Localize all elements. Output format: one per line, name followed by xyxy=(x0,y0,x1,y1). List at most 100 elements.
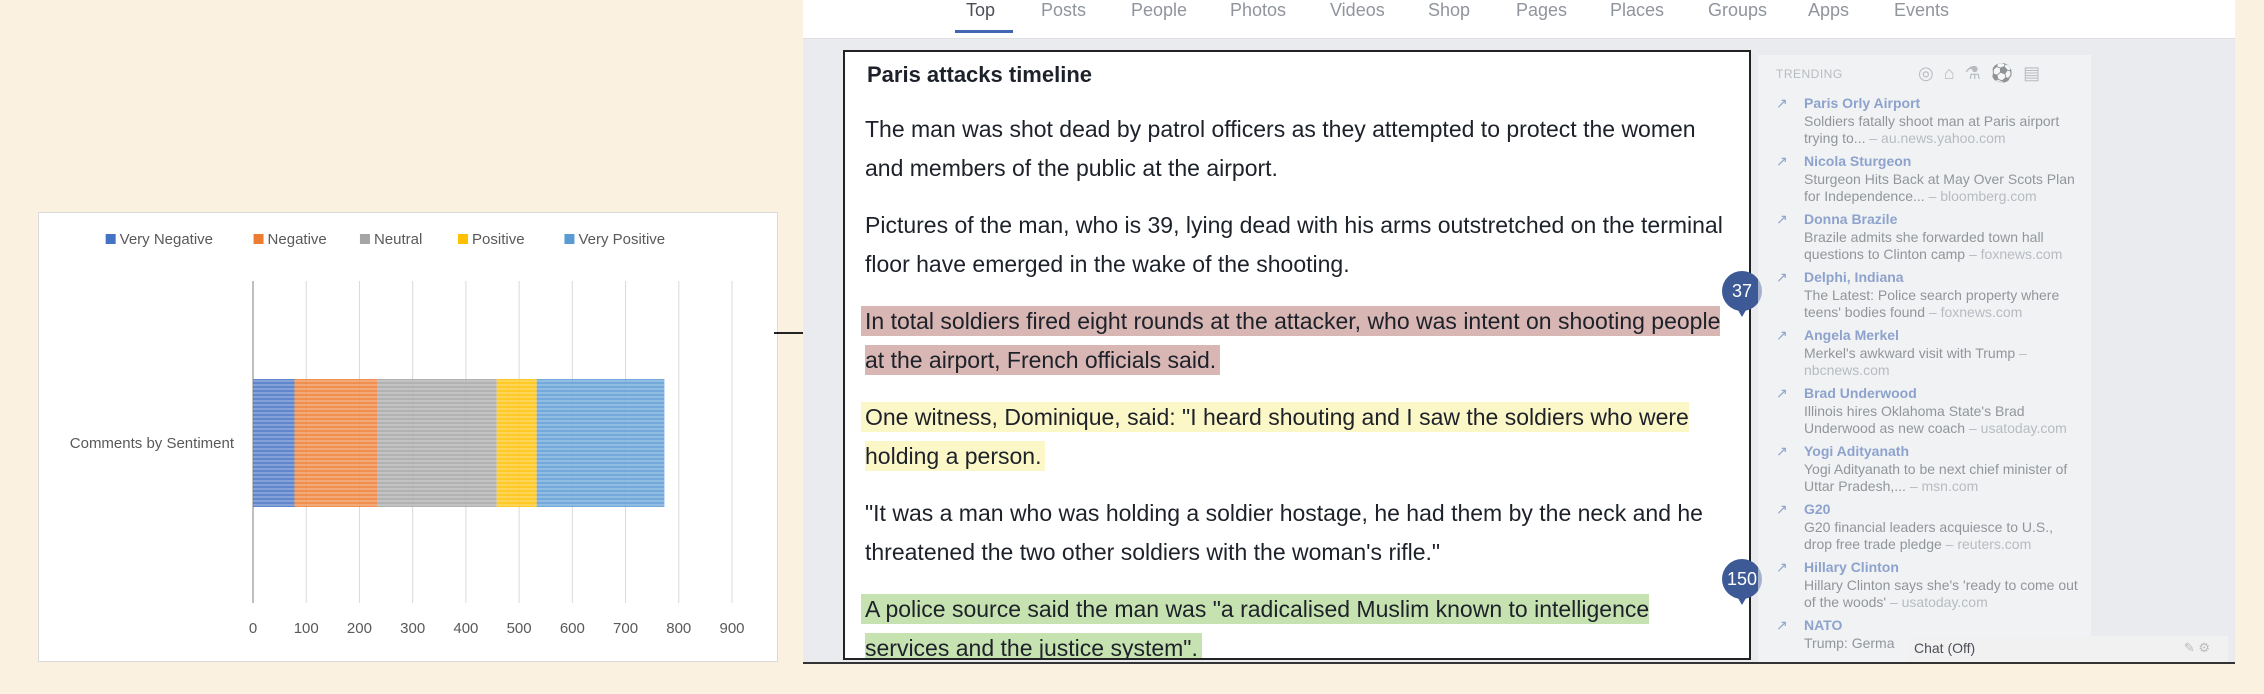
bar-segment xyxy=(496,379,537,507)
paragraph-text: The man was shot dead by patrol officers… xyxy=(865,116,1696,181)
article-title: Paris attacks timeline xyxy=(867,62,1093,87)
tab-videos[interactable]: Videos xyxy=(1330,0,1385,21)
trending-headline: Merkel's awkward visit with Trump xyxy=(1804,345,2020,361)
search-tabs: Top Posts People Photos Videos Shop Page… xyxy=(803,0,2235,39)
x-tick-label: 100 xyxy=(294,620,319,637)
trending-description: Sturgeon Hits Back at May Over Scots Pla… xyxy=(1804,171,2084,205)
trending-description: Brazile admits she forwarded town hall q… xyxy=(1804,229,2084,263)
x-tick-label: 300 xyxy=(400,620,425,637)
bar xyxy=(294,379,378,507)
chat-options-icon[interactable]: ✎ ⚙ xyxy=(2184,640,2210,656)
trend-arrow-icon: ↗ xyxy=(1776,327,1788,343)
legend-label: Very Negative xyxy=(120,231,213,248)
tab-people[interactable]: People xyxy=(1131,0,1187,21)
bar-segment xyxy=(536,379,665,507)
trending-topic[interactable]: Brad Underwood xyxy=(1804,385,1917,402)
tab-top[interactable]: Top xyxy=(966,0,995,21)
chat-label: Chat (Off) xyxy=(1914,640,1976,656)
trending-topic[interactable]: NATO xyxy=(1804,617,1842,634)
trending-source: – au.news.yahoo.com xyxy=(1869,130,2006,146)
x-tick-label: 900 xyxy=(719,620,744,637)
active-tab-indicator xyxy=(955,30,1013,33)
trending-source: – foxnews.com xyxy=(1968,246,2063,262)
trending-source: – usatoday.com xyxy=(1889,594,1988,610)
tab-groups[interactable]: Groups xyxy=(1708,0,1767,21)
trending-source: – bloomberg.com xyxy=(1928,188,2037,204)
trending-source: – msn.com xyxy=(1909,478,1979,494)
comment-count-badge[interactable]: 150 xyxy=(1722,559,1762,605)
trending-icon[interactable]: ◎ xyxy=(1918,63,1934,83)
trending-description: Hillary Clinton says she's 'ready to com… xyxy=(1804,577,2084,611)
x-tick-label: 700 xyxy=(613,620,638,637)
trending-source: – foxnews.com xyxy=(1928,304,2023,320)
tab-places[interactable]: Places xyxy=(1610,0,1664,21)
legend-swatch xyxy=(105,234,116,244)
paragraph-text: One witness, Dominique, said: "I heard s… xyxy=(861,402,1689,471)
tab-photos[interactable]: Photos xyxy=(1230,0,1286,21)
trending-topic[interactable]: G20 xyxy=(1804,501,1830,518)
trending-description: Soldiers fatally shoot man at Paris airp… xyxy=(1804,113,2084,147)
legend-swatch xyxy=(564,234,575,244)
highlight-positive-paragraph[interactable]: A police source said the man was "a radi… xyxy=(861,590,1735,658)
tab-shop[interactable]: Shop xyxy=(1428,0,1470,21)
chat-bar[interactable]: Chat (Off) ✎ ⚙ xyxy=(1908,636,2228,662)
article-paragraph: Pictures of the man, who is 39, lying de… xyxy=(865,206,1735,284)
x-tick-label: 200 xyxy=(347,620,372,637)
paragraph-text: In total soldiers fired eight rounds at … xyxy=(861,306,1721,375)
trending-topic[interactable]: Hillary Clinton xyxy=(1804,559,1899,576)
bar xyxy=(496,379,537,507)
x-tick-label: 600 xyxy=(560,620,585,637)
comment-count-badge[interactable]: 37 xyxy=(1722,271,1762,317)
paragraph-text: Pictures of the man, who is 39, lying de… xyxy=(865,212,1723,277)
legend-label: Negative xyxy=(268,231,327,248)
trending-source: – reuters.com xyxy=(1945,536,2032,552)
legend-label: Very Positive xyxy=(578,231,665,248)
trending-description: The Latest: Police search property where… xyxy=(1804,287,2084,321)
trend-arrow-icon: ↗ xyxy=(1776,153,1788,169)
x-tick-label: 800 xyxy=(666,620,691,637)
trending-topic[interactable]: Delphi, Indiana xyxy=(1804,269,1904,286)
article-card: Paris attacks timeline The man was shot … xyxy=(843,50,1751,660)
category-label: Comments by Sentiment xyxy=(70,435,235,452)
trending-description: G20 financial leaders acquiesce to U.S.,… xyxy=(1804,519,2084,553)
tab-posts[interactable]: Posts xyxy=(1041,0,1086,21)
legend-swatch xyxy=(359,234,370,244)
tab-apps[interactable]: Apps xyxy=(1808,0,1849,21)
trending-topic[interactable]: Yogi Adityanath xyxy=(1804,443,1909,460)
highlight-negative-paragraph[interactable]: In total soldiers fired eight rounds at … xyxy=(861,302,1735,380)
trend-arrow-icon: ↗ xyxy=(1776,385,1788,401)
trending-description: Yogi Adityanath to be next chief ministe… xyxy=(1804,461,2084,495)
sports-icon[interactable]: ⚽ xyxy=(1991,63,2013,83)
tab-pages[interactable]: Pages xyxy=(1516,0,1567,21)
bar-segment xyxy=(294,379,378,507)
chart-canvas: 0 100 200 300 400 500 600 700 800 900 Comments by … xyxy=(70,231,745,637)
trending-sidebar: TRENDING ◎ ⌂ ⚗ ⚽ ▤ ↗ Paris Orly Airport Soldie… xyxy=(1758,55,2091,662)
highlight-neutral-paragraph[interactable]: One witness, Dominique, said: "I heard s… xyxy=(861,398,1735,476)
x-tick-label: 0 xyxy=(249,620,257,637)
legend-label: Positive xyxy=(472,231,525,248)
bar xyxy=(253,379,295,507)
legend-swatch xyxy=(458,234,469,244)
entertainment-icon[interactable]: ▤ xyxy=(2023,63,2040,83)
trend-arrow-icon: ↗ xyxy=(1776,211,1788,227)
trend-arrow-icon: ↗ xyxy=(1776,95,1788,111)
tab-events[interactable]: Events xyxy=(1894,0,1949,21)
bar xyxy=(377,379,497,507)
trending-topic[interactable]: Donna Brazile xyxy=(1804,211,1897,228)
x-tick-label: 400 xyxy=(453,620,478,637)
bar-segment xyxy=(377,379,497,507)
trend-arrow-icon: ↗ xyxy=(1776,443,1788,459)
trending-topic[interactable]: Nicola Sturgeon xyxy=(1804,153,1911,170)
science-icon[interactable]: ⚗ xyxy=(1965,63,1981,83)
bar xyxy=(536,379,665,507)
politics-icon[interactable]: ⌂ xyxy=(1944,63,1955,83)
trend-arrow-icon: ↗ xyxy=(1776,617,1788,633)
legend-swatch xyxy=(253,234,264,244)
trend-arrow-icon: ↗ xyxy=(1776,501,1788,517)
trending-topic[interactable]: Paris Orly Airport xyxy=(1804,95,1920,112)
trending-headline: Trump: Germa xyxy=(1804,635,1895,651)
facebook-page: Top Posts People Photos Videos Shop Page… xyxy=(803,0,2235,664)
trending-topic[interactable]: Angela Merkel xyxy=(1804,327,1899,344)
paragraph-text: "It was a man who was holding a soldier … xyxy=(865,500,1703,565)
article-paragraph: "It was a man who was holding a soldier … xyxy=(865,494,1735,572)
